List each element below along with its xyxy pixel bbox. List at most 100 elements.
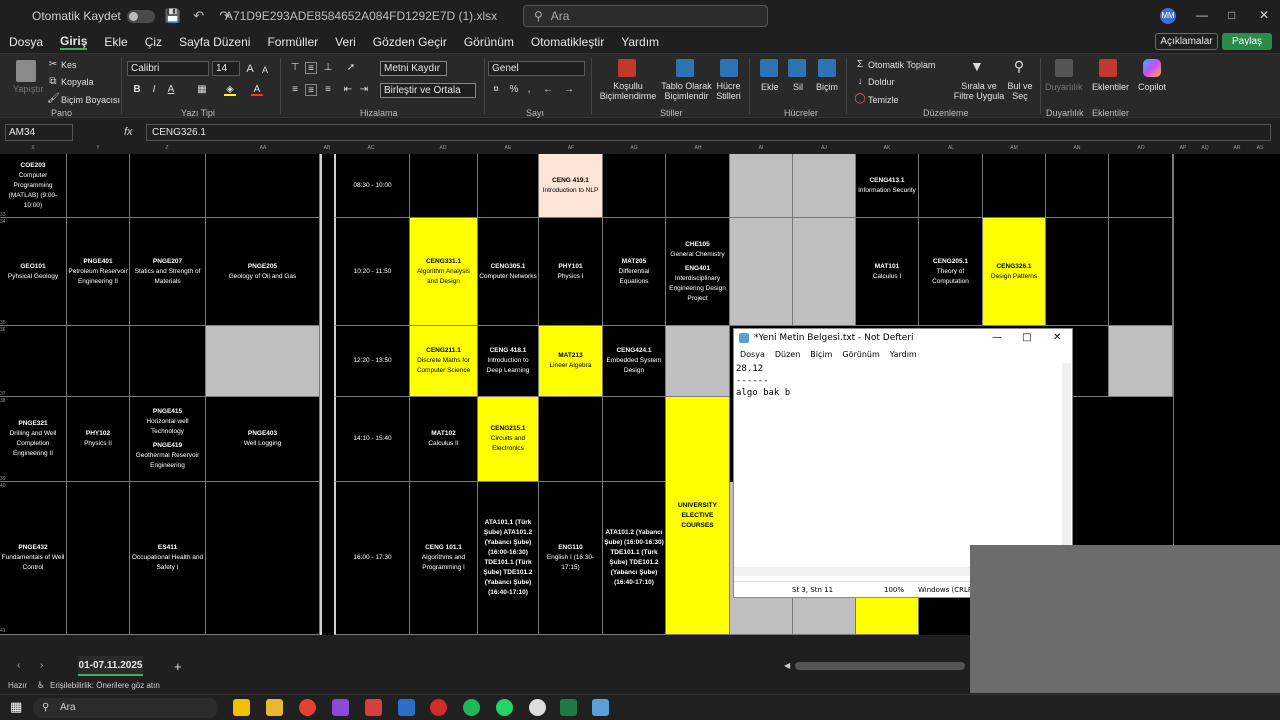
cut-label[interactable]: Kes [61,60,77,70]
column-header[interactable]: AE [500,145,516,154]
autosave-toggle[interactable] [126,9,155,23]
comma-icon[interactable]: , [523,84,535,96]
time-cell[interactable]: 08:30 - 10:00 [334,154,410,218]
opera-icon[interactable] [430,699,447,716]
sort-filter-label[interactable]: Sırala ve Filtre Uygula [953,81,1005,101]
close-icon[interactable]: ✕ [1053,329,1061,347]
cell-y38[interactable]: PHY102 Physics II [67,397,130,482]
cell-ag34[interactable]: MAT205 Differential Equations [603,218,666,326]
scroll-left-icon[interactable]: ◀ [784,661,790,670]
name-box[interactable]: AM34 [5,124,73,141]
cell-af36[interactable]: MAT213 Lineer Algebra [539,326,603,397]
cell-z38[interactable]: PNGE415 Horizontal well Technology PNGE419… [130,397,206,482]
fx-icon[interactable]: fx [124,126,133,138]
cell-ag38[interactable] [603,397,666,482]
undo-icon[interactable]: ↶ [191,8,207,24]
column-header[interactable]: AB [319,145,335,154]
tab-next-icon[interactable]: › [40,660,43,671]
delete-cells-label[interactable]: Sil [793,82,803,92]
cell-x40[interactable]: PNGE432 Fundamentals of Well Control [0,482,67,635]
format-cells-icon[interactable] [818,59,836,77]
notepad-menu-edit[interactable]: Düzen [775,350,800,359]
column-header[interactable]: AQ [1197,145,1213,154]
cell-ad33[interactable] [410,154,478,218]
format-cells-label[interactable]: Biçim [816,82,838,92]
clear-label[interactable]: Temizle [868,95,899,105]
cell-aa38[interactable]: PNGE403 Well Logging [206,397,320,482]
column-header[interactable]: AP [1175,145,1191,154]
column-header[interactable]: AR [1229,145,1245,154]
copy-label[interactable]: Kopyala [61,77,94,87]
whatsapp-icon[interactable] [496,699,513,716]
notepad-text-area[interactable]: 28.12 ------ algo bak b [736,363,1063,567]
save-icon[interactable]: 💾 [165,8,181,24]
cell-ah36[interactable] [666,326,730,397]
sort-filter-icon[interactable]: ▼ [970,59,984,73]
vscode-icon[interactable] [398,699,415,716]
cell-styles-label[interactable]: Hücre Stilleri [711,81,746,101]
cell-ae38[interactable]: CENG215.1 Circuits and Electronics [478,397,539,482]
fill-color-icon[interactable]: ◈ [224,84,236,96]
cell-al34[interactable]: CENG205.1 Theory of Computation [919,218,983,326]
visual-studio-icon[interactable] [332,699,349,716]
column-header[interactable]: AD [435,145,451,154]
maximize-icon[interactable]: □ [1022,329,1031,347]
shrink-font-icon[interactable]: A [259,64,271,76]
spotify-icon[interactable] [463,699,480,716]
cell-ad34[interactable]: CENG331.1 Algorithm Analysis and Design [410,218,478,326]
chrome-icon[interactable] [299,699,316,716]
column-header[interactable]: AK [879,145,895,154]
cell-ae36[interactable]: CENG 418.1 Introduction to Deep Learning [478,326,539,397]
copilot-label[interactable]: Copilot [1138,82,1166,92]
cell-aj34[interactable] [793,218,856,326]
column-header[interactable]: Y [90,145,106,154]
row-number[interactable]: 34 [0,219,10,225]
orientation-icon[interactable]: ➚ [345,62,357,74]
column-header[interactable]: AL [943,145,959,154]
align-middle-icon[interactable]: ≡ [305,62,317,74]
row-number[interactable]: 39 [0,476,10,482]
cell-am34[interactable]: CENG326.1 Design Patterns [983,218,1046,326]
column-header[interactable]: AF [563,145,579,154]
align-top-icon[interactable]: ⊤ [289,62,301,74]
cell-ah38[interactable]: UNIVERSITY ELECTIVE COURSES [666,397,730,635]
conditional-format-label[interactable]: Koşullu Biçimlendirme [598,81,658,101]
menu-page-layout[interactable]: Sayfa Düzeni [179,35,250,49]
menu-draw[interactable]: Çiz [145,35,162,49]
column-header[interactable]: AS [1252,145,1268,154]
cell-ao36[interactable] [1109,326,1173,397]
cell-x38[interactable]: PNGE321 Drilling and Well Completion Engi… [0,397,67,482]
cell-ag40[interactable]: ATA101.2 (Yabancı Şube) (16:00-16:30) TD… [603,482,666,635]
font-color-icon[interactable]: A [251,84,263,96]
row-number[interactable]: 41 [0,628,10,634]
column-header[interactable]: AN [1069,145,1085,154]
find-select-label[interactable]: Bul ve Seç [1006,81,1034,101]
insert-cells-icon[interactable] [760,59,778,77]
cell-an33[interactable] [1046,154,1109,218]
minimize-icon[interactable]: — [1196,8,1208,22]
decrease-decimal-icon[interactable]: → [563,84,575,96]
time-cell[interactable]: 12:20 - 13:50 [334,326,410,397]
notepad-menu-help[interactable]: Yardım [890,350,917,359]
cell-af40[interactable]: ENG110 English I (16:30-17:15) [539,482,603,635]
cell-ad40[interactable]: CENG 101.1 Algorithms and Programming I [410,482,478,635]
merge-center-button[interactable]: Birleştir ve Ortala [380,83,476,98]
cell-ag36[interactable]: CENG424.1 Embedded System Design [603,326,666,397]
row-number[interactable]: 36 [0,327,10,333]
cell-x34[interactable]: GEO101 Pyhsical Geology [0,218,67,326]
share-button[interactable]: Paylaş [1222,33,1272,50]
bold-icon[interactable]: B [131,84,143,96]
borders-icon[interactable]: ▦ [196,84,208,96]
avatar[interactable]: MM [1160,8,1176,24]
increase-decimal-icon[interactable]: ← [542,84,554,96]
horizontal-scrollbar[interactable] [795,662,965,670]
paste-icon[interactable] [16,60,36,82]
time-cell[interactable]: 14:10 - 15:40 [334,397,410,482]
cell-y33[interactable] [67,154,130,218]
comments-button[interactable]: Açıklamalar [1155,33,1218,50]
cell-ao34[interactable] [1109,218,1173,326]
cell-an34[interactable] [1046,218,1109,326]
fill-icon[interactable]: ↓ [854,76,866,88]
cell-z40[interactable]: ES411 Occupational Health and Safety I [130,482,206,635]
find-icon[interactable]: ⚲ [1013,59,1025,73]
